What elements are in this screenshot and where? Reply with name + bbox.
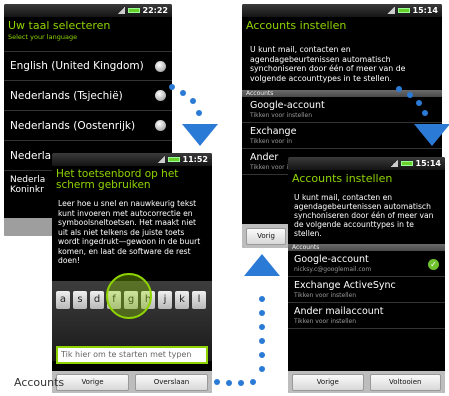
signal-icon: [386, 7, 395, 14]
status-time: 15:14: [415, 159, 441, 168]
account-sub: Tikken voor instellen: [250, 112, 313, 119]
back-button[interactable]: Vorige: [56, 373, 129, 391]
connector-dot: [169, 84, 175, 90]
status-time: 11:52: [182, 155, 208, 164]
account-item[interactable]: Ander mailaccount Tikken voor instellen: [288, 303, 445, 329]
status-bar: 15:14: [288, 157, 445, 170]
description-text: Leer hoe u snel en nauwkeurig tekst kunt…: [58, 199, 201, 265]
battery-icon: [397, 8, 410, 13]
arrow-up-icon: [244, 254, 280, 276]
screen-header: Accounts instellen: [242, 17, 442, 34]
connector-dot: [259, 324, 265, 330]
skip-button[interactable]: Overslaan: [135, 373, 208, 391]
account-name: Google-account: [250, 100, 325, 111]
account-name: Google-account: [294, 254, 369, 265]
connector-dot: [416, 100, 422, 106]
language-label: Nederlands (Tsjechië): [10, 89, 123, 102]
connector-dot: [259, 296, 265, 302]
account-item[interactable]: Google-account nicksy.c@googlemail.com ✓: [288, 251, 445, 277]
status-time: 15:14: [412, 6, 438, 15]
account-sub: Tikken voor instellen: [294, 318, 357, 325]
signal-icon: [389, 160, 398, 167]
screen-header: Accounts instellen: [288, 170, 445, 187]
arrow-down-icon: [414, 124, 449, 146]
connector-dot: [259, 366, 265, 372]
connector-dot: [180, 90, 186, 96]
phone-keyboard-tutorial: 11:52 Het toetsenbord op het scherm gebr…: [52, 153, 212, 393]
language-item[interactable]: Nederlands (Tsjechië): [4, 81, 172, 111]
touch-highlight-icon: [106, 273, 152, 319]
description-text: U kunt mail, contacten en agendagebeurte…: [294, 193, 434, 238]
signal-icon: [116, 7, 125, 14]
typing-input[interactable]: Tik hier om te starten met typen: [56, 346, 208, 364]
connector-dot: [259, 338, 265, 344]
connector-dot: [250, 379, 256, 385]
connector-dot: [238, 380, 244, 386]
connector-dot: [422, 110, 428, 116]
button-bar: Vorige Voltooien: [288, 371, 445, 393]
section-header: Accounts: [288, 244, 445, 251]
radio-icon[interactable]: [155, 90, 166, 101]
connector-dot: [259, 352, 265, 358]
page-title: Het toetsenbord op het scherm gebruiken: [56, 168, 179, 191]
battery-icon: [127, 8, 140, 13]
account-name: Exchange ActiveSync: [294, 280, 396, 291]
page-title: Accounts instellen: [292, 172, 393, 185]
key: l: [192, 291, 206, 309]
connector-dot: [214, 379, 220, 385]
account-item[interactable]: Exchange Tikken voor in: [242, 123, 442, 149]
arrow-down-icon: [182, 124, 218, 146]
connector-dot: [196, 110, 202, 116]
page-subtitle: Select your language: [8, 33, 78, 41]
key: k: [175, 291, 189, 309]
key: a: [56, 291, 70, 309]
connector-dot: [407, 92, 413, 98]
language-label: English (United Kingdom): [10, 60, 144, 72]
connector-dot: [226, 380, 232, 386]
back-button[interactable]: Vorig: [246, 227, 286, 245]
screen-header: Uw taal selecteren Select your language: [4, 17, 172, 43]
radio-icon[interactable]: [155, 60, 166, 72]
connector-dot: [190, 98, 196, 104]
done-button[interactable]: Voltooien: [369, 373, 441, 391]
status-time: 22:22: [142, 6, 168, 15]
language-item[interactable]: Nederlands (Oostenrijk): [4, 111, 172, 141]
key: d: [90, 291, 104, 309]
key: s: [73, 291, 87, 309]
language-label: Nederla: [10, 149, 52, 162]
checkmark-icon: ✓: [428, 259, 439, 270]
account-sub: nicksy.c@googlemail.com: [294, 266, 372, 273]
account-sub: Tikken voor in: [250, 138, 293, 145]
key: j: [158, 291, 172, 309]
language-item[interactable]: English (United Kingdom): [4, 51, 172, 81]
battery-icon: [167, 157, 180, 162]
back-button[interactable]: Vorige: [292, 373, 364, 391]
status-bar: 22:22: [4, 4, 172, 17]
phone-accounts-configured: 15:14 Accounts instellen U kunt mail, co…: [288, 157, 445, 393]
connector-dot: [396, 86, 402, 92]
tutorial-stage: 22:22 Uw taal selecteren Select your lan…: [0, 0, 449, 396]
account-item[interactable]: Google-account Tikken voor instellen: [242, 97, 442, 123]
page-title: Accounts instellen: [246, 19, 347, 32]
connector-dot: [259, 310, 265, 316]
account-name: Exchange: [250, 126, 297, 137]
radio-icon[interactable]: [155, 120, 166, 131]
account-item[interactable]: Exchange ActiveSync Tikken voor instellen: [288, 277, 445, 303]
status-bar: 15:14: [242, 4, 442, 17]
battery-icon: [400, 161, 413, 166]
status-bar: 11:52: [52, 153, 212, 166]
account-sub: Tikken voor instellen: [294, 292, 357, 299]
screen-header: Het toetsenbord op het scherm gebruiken: [52, 166, 212, 193]
page-caption: Accounts: [14, 376, 65, 389]
signal-icon: [156, 156, 165, 163]
account-name: Ander mailaccount: [294, 306, 384, 317]
page-title: Uw taal selecteren: [8, 19, 111, 32]
description-text: U kunt mail, contacten en agendagebeurte…: [250, 45, 406, 83]
button-bar: Vorige Overslaan: [52, 371, 212, 393]
language-label: Nederlands (Oostenrijk): [10, 119, 136, 132]
